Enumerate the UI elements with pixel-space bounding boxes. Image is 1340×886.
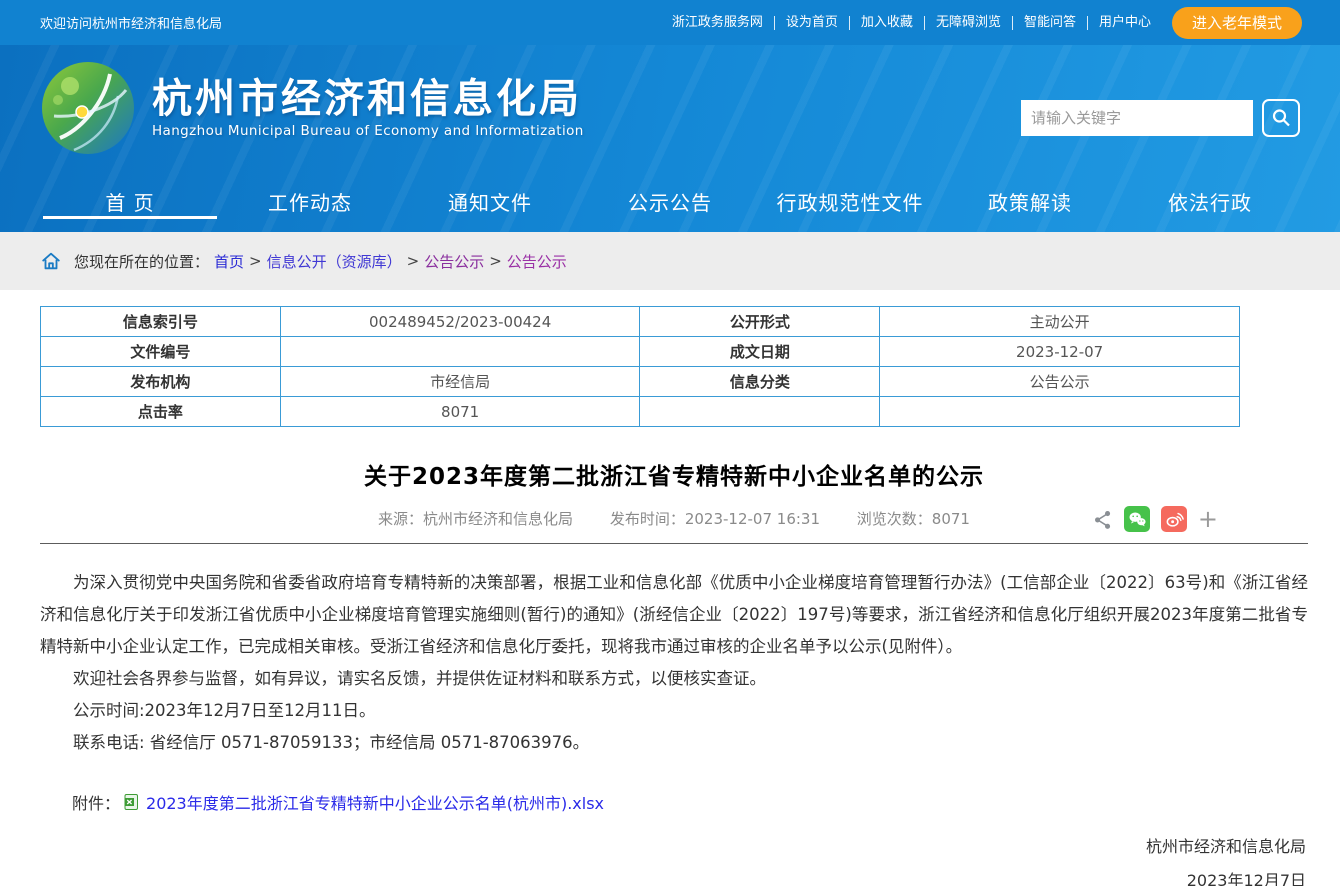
site-title-block: 杭州市经济和信息化局 Hangzhou Municipal Bureau of … xyxy=(152,77,584,139)
breadcrumb-link-announcements-current[interactable]: 公告公示 xyxy=(507,251,567,272)
info-value xyxy=(880,397,1240,427)
table-row: 点击率 8071 xyxy=(41,397,1240,427)
info-value: 2023-12-07 xyxy=(880,337,1240,367)
search-area xyxy=(1021,99,1300,137)
site-header: 杭州市经济和信息化局 Hangzhou Municipal Bureau of … xyxy=(0,45,1340,232)
welcome-text: 欢迎访问杭州市经济和信息化局 xyxy=(40,13,222,32)
nav-item-policy-interpretation[interactable]: 政策解读 xyxy=(940,170,1120,232)
topbar-link-smart-qa[interactable]: 智能问答 xyxy=(1013,16,1088,30)
attachment-label: 附件： xyxy=(72,790,120,814)
paragraph: 为深入贯彻党中央国务院和省委省政府培育专精特新的决策部署，根据工业和信息化部《优… xyxy=(40,567,1308,663)
info-label xyxy=(640,397,880,427)
site-name-english: Hangzhou Municipal Bureau of Economy and… xyxy=(152,123,584,139)
table-row: 文件编号 成文日期 2023-12-07 xyxy=(41,337,1240,367)
wechat-icon xyxy=(1127,509,1147,529)
breadcrumb-link-home[interactable]: 首页 xyxy=(214,251,244,272)
breadcrumb-separator: > xyxy=(249,252,262,270)
info-value: 002489452/2023-00424 xyxy=(280,307,640,337)
info-label: 信息索引号 xyxy=(41,307,281,337)
topbar: 欢迎访问杭州市经济和信息化局 浙江政务服务网 设为首页 加入收藏 无障碍浏览 智… xyxy=(0,0,1340,45)
info-value xyxy=(280,337,640,367)
search-button[interactable] xyxy=(1262,99,1300,137)
meta-divider xyxy=(40,543,1308,544)
breadcrumb-separator: > xyxy=(489,252,502,270)
breadcrumb-link-info-disclosure[interactable]: 信息公开（资源库） xyxy=(267,251,402,272)
nav-item-work-news[interactable]: 工作动态 xyxy=(220,170,400,232)
article-meta: 来源：杭州市经济和信息化局 发布时间：2023-12-07 16:31 浏览次数… xyxy=(40,505,1308,533)
article-source: 来源：杭州市经济和信息化局 xyxy=(378,510,573,528)
elder-mode-button[interactable]: 进入老年模式 xyxy=(1172,7,1302,39)
article-view-count: 浏览次数：8071 xyxy=(857,510,970,528)
signature-org: 杭州市经济和信息化局 xyxy=(40,830,1306,864)
nav-item-notice-documents[interactable]: 通知文件 xyxy=(400,170,580,232)
site-logo-icon xyxy=(40,60,136,156)
topbar-link-user-center[interactable]: 用户中心 xyxy=(1088,16,1162,30)
info-label: 成文日期 xyxy=(640,337,880,367)
site-name: 杭州市经济和信息化局 xyxy=(152,77,584,121)
main-nav: 首 页 工作动态 通知文件 公示公告 行政规范性文件 政策解读 依法行政 xyxy=(0,170,1340,232)
article-publish-time: 发布时间：2023-12-07 16:31 xyxy=(610,510,820,528)
info-label: 公开形式 xyxy=(640,307,880,337)
nav-item-law-administration[interactable]: 依法行政 xyxy=(1120,170,1300,232)
more-share-button[interactable]: + xyxy=(1198,507,1218,531)
nav-item-public-announcements[interactable]: 公示公告 xyxy=(580,170,760,232)
site-logo-and-title[interactable]: 杭州市经济和信息化局 Hangzhou Municipal Bureau of … xyxy=(40,60,584,156)
table-row: 信息索引号 002489452/2023-00424 公开形式 主动公开 xyxy=(41,307,1240,337)
info-label: 信息分类 xyxy=(640,367,880,397)
signature-block: 杭州市经济和信息化局 2023年12月7日 xyxy=(40,830,1308,886)
attachment-link[interactable]: 2023年度第二批浙江省专精特新中小企业公示名单(杭州市).xlsx xyxy=(146,790,604,814)
info-value: 公告公示 xyxy=(880,367,1240,397)
breadcrumb: 您现在所在的位置： 首页 > 信息公开（资源库） > 公告公示 > 公告公示 xyxy=(0,232,1340,290)
topbar-link-set-homepage[interactable]: 设为首页 xyxy=(775,16,850,30)
breadcrumb-link-announcements[interactable]: 公告公示 xyxy=(424,251,484,272)
page-title: 关于2023年度第二批浙江省专精特新中小企业名单的公示 xyxy=(40,457,1308,491)
info-value: 市经信局 xyxy=(280,367,640,397)
topbar-links: 浙江政务服务网 设为首页 加入收藏 无障碍浏览 智能问答 用户中心 进入老年模式 xyxy=(661,7,1302,39)
weibo-share-button[interactable] xyxy=(1161,506,1187,532)
topbar-link-zhejiang-gov-service[interactable]: 浙江政务服务网 xyxy=(661,16,775,30)
share-bar: + xyxy=(1093,505,1218,533)
header-main: 杭州市经济和信息化局 Hangzhou Municipal Bureau of … xyxy=(0,45,1340,170)
info-label: 点击率 xyxy=(41,397,281,427)
info-label: 发布机构 xyxy=(41,367,281,397)
article-body: 为深入贯彻党中央国务院和省委省政府培育专精特新的决策部署，根据工业和信息化部《优… xyxy=(40,567,1308,759)
search-input[interactable] xyxy=(1021,100,1253,136)
share-icon[interactable] xyxy=(1093,509,1113,529)
attachment-row: 附件： 2023年度第二批浙江省专精特新中小企业公示名单(杭州市).xlsx xyxy=(40,790,1308,814)
article-content-area: 信息索引号 002489452/2023-00424 公开形式 主动公开 文件编… xyxy=(0,290,1340,886)
breadcrumb-separator: > xyxy=(407,252,420,270)
nav-item-regulatory-documents[interactable]: 行政规范性文件 xyxy=(760,170,940,232)
home-icon xyxy=(40,250,62,272)
paragraph: 欢迎社会各界参与监督，如有异议，请实名反馈，并提供佐证材料和联系方式，以便核实查… xyxy=(40,663,1308,695)
search-icon xyxy=(1270,107,1292,129)
breadcrumb-prefix: 您现在所在的位置： xyxy=(74,251,209,272)
topbar-link-add-favorite[interactable]: 加入收藏 xyxy=(850,16,925,30)
paragraph: 公示时间:2023年12月7日至12月11日。 xyxy=(40,695,1308,727)
weibo-icon xyxy=(1164,509,1184,529)
info-label: 文件编号 xyxy=(41,337,281,367)
nav-item-home[interactable]: 首 页 xyxy=(40,170,220,232)
signature-date: 2023年12月7日 xyxy=(40,864,1306,886)
page: 欢迎访问杭州市经济和信息化局 浙江政务服务网 设为首页 加入收藏 无障碍浏览 智… xyxy=(0,0,1340,886)
wechat-share-button[interactable] xyxy=(1124,506,1150,532)
info-value: 8071 xyxy=(280,397,640,427)
paragraph: 联系电话: 省经信厅 0571-87059133；市经信局 0571-87063… xyxy=(40,727,1308,759)
excel-file-icon xyxy=(124,794,140,810)
info-value: 主动公开 xyxy=(880,307,1240,337)
document-info-table: 信息索引号 002489452/2023-00424 公开形式 主动公开 文件编… xyxy=(40,306,1240,427)
topbar-link-accessibility[interactable]: 无障碍浏览 xyxy=(925,16,1013,30)
table-row: 发布机构 市经信局 信息分类 公告公示 xyxy=(41,367,1240,397)
